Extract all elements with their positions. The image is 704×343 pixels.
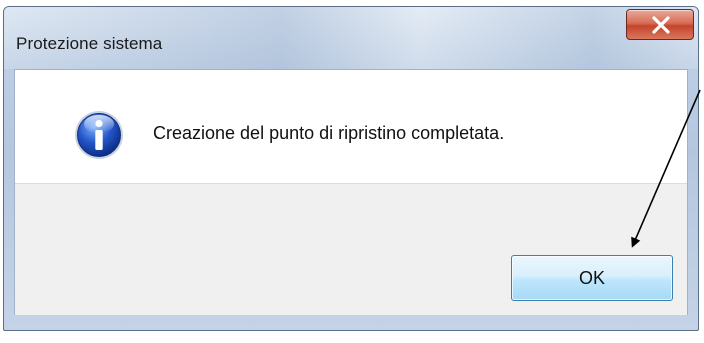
screenshot-stage: Protezione sistema Creazione del punto d… xyxy=(0,0,704,343)
annotation-arrow xyxy=(631,89,701,248)
